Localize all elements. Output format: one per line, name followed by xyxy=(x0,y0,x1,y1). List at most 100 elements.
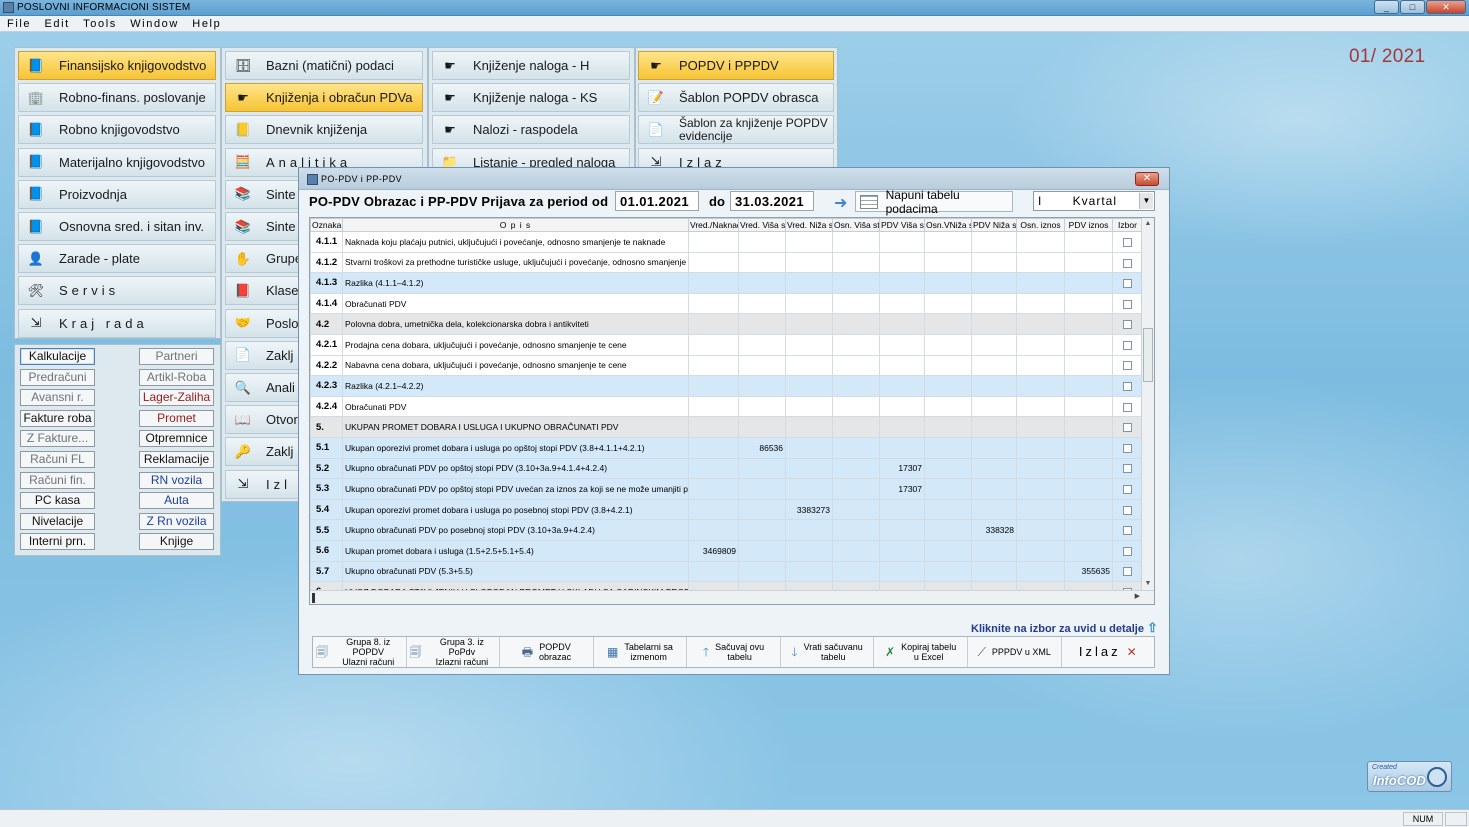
row-select-checkbox[interactable] xyxy=(1123,567,1132,577)
table-row[interactable]: 5.3 Ukupno obračunati PDV po opštoj stopi… xyxy=(310,478,1143,500)
button-grupa-8-iz-popdv-ulazni-racuni[interactable]: 🗐 Grupa 8. iz POPDV Ulazni računi xyxy=(313,637,407,667)
column-header-osn-iznos[interactable]: Osn. iznos xyxy=(1016,218,1065,232)
table-row[interactable]: 4.1.4 Obračunati PDV xyxy=(310,292,1143,315)
column-header-osn-visa-st[interactable]: Osn. Viša st xyxy=(832,218,880,232)
quick-button-lager-zaliha[interactable]: Lager-Zaliha xyxy=(139,389,214,407)
column-header-vred-naknad[interactable]: Vred./Naknad xyxy=(688,218,739,232)
row-select-checkbox[interactable] xyxy=(1123,382,1132,392)
column-header-vred-visa-st[interactable]: Vred. Viša st xyxy=(738,218,786,232)
row-select-checkbox[interactable] xyxy=(1123,464,1132,474)
module-button-robno-finans-poslovanje[interactable]: 🏢 Robno-finans. poslovanje xyxy=(18,83,216,113)
hscroll-thumb[interactable] xyxy=(312,593,315,603)
scroll-up-icon[interactable]: ▲ xyxy=(1142,218,1154,230)
row-select-checkbox[interactable] xyxy=(1123,279,1132,289)
date-to-field[interactable]: 31.03.2021 xyxy=(730,191,814,211)
grid-horizontal-scrollbar[interactable]: ▶ xyxy=(310,590,1154,604)
table-row[interactable]: 4.2.1 Prodajna cena dobara, uključujući i… xyxy=(310,333,1143,356)
button-popdv-obrazac[interactable]: 🖶 POPDV obrazac xyxy=(500,637,594,667)
module-button-proizvodnja[interactable]: 📘 Proizvodnja xyxy=(18,179,216,209)
row-select-checkbox[interactable] xyxy=(1123,340,1132,350)
menu-help[interactable]: Help xyxy=(185,16,224,31)
button-grupa-3-iz-popdv-izlazni-racuni[interactable]: 🗐 Grupa 3. iz PoPdv Izlazni računi xyxy=(407,637,501,667)
button-izlaz[interactable]: Izlaz ✕ xyxy=(1062,637,1155,667)
module-button-popdv-i-pppdv[interactable]: ☛ POPDV i PPPDV xyxy=(638,51,834,80)
button-sacuvaj-ovu-tabelu[interactable]: 🡑 Sačuvaj ovu tabelu xyxy=(687,637,781,667)
row-select-checkbox[interactable] xyxy=(1123,258,1132,268)
table-row[interactable]: 5.1 Ukupan oporezivi promet dobara i uslu… xyxy=(310,436,1143,459)
button-pppdv-u-xml[interactable]: ⟋ PPPDV u XML xyxy=(968,637,1062,667)
row-select-checkbox[interactable] xyxy=(1123,485,1132,495)
grid-vertical-scrollbar[interactable]: ▲ ▼ xyxy=(1141,218,1154,590)
module-button-zarade-plate[interactable]: 👤 Zarade - plate xyxy=(18,244,216,274)
table-row[interactable]: 4.2.4 Obračunati PDV xyxy=(310,395,1143,418)
module-button-nalozi-raspodela[interactable]: ☛ Nalozi - raspodela xyxy=(432,115,630,145)
module-button-servis[interactable]: 🛠 Servis xyxy=(18,276,216,306)
module-button-materijalno-knjigovodstvo[interactable]: 📘 Materijalno knjigovodstvo xyxy=(18,147,216,177)
module-button-knjizenje-naloga-ks[interactable]: ☛ Knjiženje naloga - KS xyxy=(432,83,630,113)
row-select-checkbox[interactable] xyxy=(1123,526,1132,536)
column-header-vred-niza-s[interactable]: Vred. Niža s xyxy=(785,218,833,232)
column-header-pdv-visa-st[interactable]: PDV Viša st. xyxy=(879,218,925,232)
quick-button-fakture-roba[interactable]: Fakture roba xyxy=(20,409,95,427)
module-button-finansijsko-knjigovodstvo[interactable]: 📘 Finansijsko knjigovodstvo xyxy=(18,51,216,80)
quick-button-kalkulacije[interactable]: Kalkulacije xyxy=(20,348,95,365)
quick-button-predracuni[interactable]: Predračuni xyxy=(20,368,95,386)
table-row[interactable]: 5.7 Ukupno obračunati PDV (5.3+5.5) 355635 xyxy=(310,560,1143,583)
row-select-checkbox[interactable] xyxy=(1123,361,1132,371)
quick-button-nivelacije[interactable]: Nivelacije xyxy=(20,512,95,530)
module-button-sablon-popdv-obrasca[interactable]: 📝 Šablon POPDV obrasca xyxy=(638,83,834,113)
row-select-checkbox[interactable] xyxy=(1123,505,1132,515)
scroll-right-icon[interactable]: ▶ xyxy=(1135,592,1140,600)
quick-button-avansni-r[interactable]: Avansni r. xyxy=(20,389,95,407)
column-header-oznaka[interactable]: Oznaka xyxy=(310,218,343,232)
module-button-bazni-maticni-podaci[interactable]: 🗄 Bazni (matični) podaci xyxy=(225,51,423,80)
quick-button-artikl-roba[interactable]: Artikl-Roba xyxy=(139,368,214,386)
module-button-osnovna-sred-i-sitan-inv[interactable]: 📘 Osnovna sred. i sitan inv. xyxy=(18,212,216,241)
quick-button-z-rn-vozila[interactable]: Z Rn vozila xyxy=(139,512,214,530)
quick-button-interni-prn[interactable]: Interni prn. xyxy=(20,533,95,551)
table-row[interactable]: 4.2.2 Nabavna cena dobara, uključujući i … xyxy=(310,354,1143,377)
table-row[interactable]: 4.1.1 Naknada koju plaćaju putnici, uklju… xyxy=(310,231,1143,253)
maximize-button[interactable]: □ xyxy=(1400,0,1425,14)
row-select-checkbox[interactable] xyxy=(1123,237,1132,247)
table-row[interactable]: 4.1.2 Stvarni troškovi za prethodne turis… xyxy=(310,251,1143,274)
minimize-button[interactable]: _ xyxy=(1374,0,1399,14)
table-row[interactable]: 5.6 Ukupan promet dobara i usluga (1.5+2.… xyxy=(310,539,1143,562)
button-tabelarni-sa-izmenom[interactable]: ▦ Tabelarni sa izmenom xyxy=(594,637,688,667)
menu-window[interactable]: Window xyxy=(123,16,182,31)
quick-button-racuni-fin[interactable]: Računi fin. xyxy=(20,471,95,489)
scroll-down-icon[interactable]: ▼ xyxy=(1142,578,1154,590)
module-button-knjizenje-naloga-h[interactable]: ☛ Knjiženje naloga - H xyxy=(432,51,630,80)
menu-file[interactable]: File xyxy=(0,16,34,31)
row-select-checkbox[interactable] xyxy=(1123,320,1132,330)
button-kopiraj-tabelu-u-excel[interactable]: ✗ Kopiraj tabelu u Excel xyxy=(874,637,968,667)
table-row[interactable]: 5. UKUPAN PROMET DOBARA I USLUGA I UKUPNO… xyxy=(310,416,1143,438)
row-select-checkbox[interactable] xyxy=(1123,402,1132,412)
module-button-kraj-rada[interactable]: ⇲ Kraj rada xyxy=(18,308,216,338)
table-row[interactable]: 5.5 Ukupno obračunati PDV po posebnoj sto… xyxy=(310,519,1143,541)
quick-button-rn-vozila[interactable]: RN vozila xyxy=(139,471,214,489)
table-row[interactable]: 4.2.3 Razlika (4.2.1–4.2.2) xyxy=(310,375,1143,397)
close-window-button[interactable]: ✕ xyxy=(1426,0,1466,14)
dialog-close-button[interactable]: ✕ xyxy=(1135,172,1159,186)
quick-button-partneri[interactable]: Partneri xyxy=(139,348,214,365)
table-row[interactable]: 4.1.3 Razlika (4.1.1–4.1.2) xyxy=(310,272,1143,294)
quick-button-promet[interactable]: Promet xyxy=(139,409,214,427)
scroll-thumb[interactable] xyxy=(1143,328,1153,382)
menu-tools[interactable]: Tools xyxy=(76,16,120,31)
module-button-dnevnik-knjizenja[interactable]: 📒 Dnevnik knjiženja xyxy=(225,115,423,145)
table-row[interactable]: 4.2 Polovna dobra, umetnička dela, kolekc… xyxy=(310,313,1143,335)
fill-table-button[interactable]: Napuni tabelu podacima xyxy=(855,188,1013,216)
module-button-knjizenja-i-obracun-pdva[interactable]: ☛ Knjiženja i obračun PDVa xyxy=(225,83,423,113)
button-vrati-sacuvanu-tabelu[interactable]: 🡓 Vrati sačuvanu tabelu xyxy=(781,637,875,667)
table-row[interactable]: 5.4 Ukupan oporezivi promet dobara i uslu… xyxy=(310,498,1143,521)
chevron-down-icon[interactable]: ▼ xyxy=(1139,193,1153,209)
column-header-o-p-i-s[interactable]: O p i s xyxy=(342,218,689,232)
quick-button-auta[interactable]: Auta xyxy=(139,492,214,510)
table-row[interactable]: 5.2 Ukupno obračunati PDV po opštoj stopi… xyxy=(310,457,1143,480)
menu-edit[interactable]: Edit xyxy=(37,16,72,31)
row-select-checkbox[interactable] xyxy=(1123,423,1132,433)
quick-button-otpremnice[interactable]: Otpremnice xyxy=(139,430,214,448)
row-select-checkbox[interactable] xyxy=(1123,443,1132,453)
quarter-select[interactable]: I Kvartal ▼ xyxy=(1033,191,1155,211)
